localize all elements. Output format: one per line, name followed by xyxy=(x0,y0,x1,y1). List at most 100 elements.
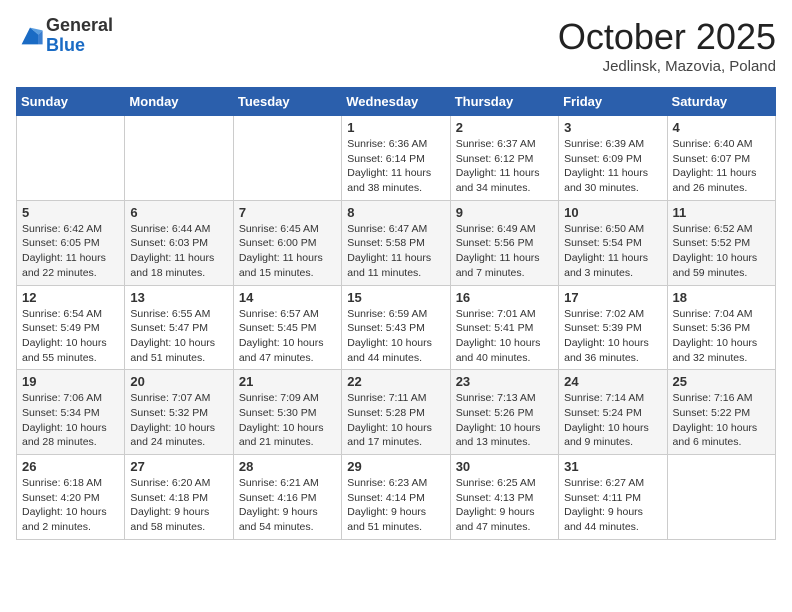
day-number: 30 xyxy=(456,459,553,474)
day-number: 2 xyxy=(456,120,553,135)
calendar-cell: 14 Sunrise: 6:57 AM Sunset: 5:45 PM Dayli… xyxy=(233,285,341,370)
day-info: Sunrise: 7:07 AM Sunset: 5:32 PM Dayligh… xyxy=(130,391,227,450)
day-info: Sunrise: 6:59 AM Sunset: 5:43 PM Dayligh… xyxy=(347,307,444,366)
day-number: 16 xyxy=(456,290,553,305)
day-number: 12 xyxy=(22,290,119,305)
day-info: Sunrise: 6:27 AM Sunset: 4:11 PM Dayligh… xyxy=(564,476,661,535)
weekday-header-sunday: Sunday xyxy=(17,88,125,116)
day-number: 11 xyxy=(673,205,770,220)
calendar-week-2: 5Sunrise: 6:42 AM Sunset: 6:05 PM Daylig… xyxy=(17,200,776,285)
logo-general: General xyxy=(46,15,113,35)
day-info: Sunrise: 7:11 AM Sunset: 5:28 PM Dayligh… xyxy=(347,391,444,450)
day-info: Sunrise: 6:54 AM Sunset: 5:49 PM Dayligh… xyxy=(22,307,119,366)
calendar-week-3: 12 Sunrise: 6:54 AM Sunset: 5:49 PM Dayli… xyxy=(17,285,776,370)
day-info: Sunrise: 6:25 AM Sunset: 4:13 PM Dayligh… xyxy=(456,476,553,535)
calendar-week-4: 19Sunrise: 7:06 AM Sunset: 5:34 PM Dayli… xyxy=(17,370,776,455)
calendar-cell: 28Sunrise: 6:21 AM Sunset: 4:16 PM Dayli… xyxy=(233,455,341,540)
day-number: 14 xyxy=(239,290,336,305)
calendar-cell: 30 Sunrise: 6:25 AM Sunset: 4:13 PM Dayli… xyxy=(450,455,558,540)
day-info: Sunrise: 7:09 AM Sunset: 5:30 PM Dayligh… xyxy=(239,391,336,450)
day-info: Sunrise: 7:13 AM Sunset: 5:26 PM Dayligh… xyxy=(456,391,553,450)
day-info: Sunrise: 7:06 AM Sunset: 5:34 PM Dayligh… xyxy=(22,391,119,450)
calendar-cell: 19Sunrise: 7:06 AM Sunset: 5:34 PM Dayli… xyxy=(17,370,125,455)
calendar-cell: 17Sunrise: 7:02 AM Sunset: 5:39 PM Dayli… xyxy=(559,285,667,370)
weekday-row: SundayMondayTuesdayWednesdayThursdayFrid… xyxy=(17,88,776,116)
day-info: Sunrise: 7:14 AM Sunset: 5:24 PM Dayligh… xyxy=(564,391,661,450)
month-title: October 2025 xyxy=(558,16,776,58)
day-number: 18 xyxy=(673,290,770,305)
title-block: October 2025 Jedlinsk, Mazovia, Poland xyxy=(558,16,776,75)
calendar-cell: 26Sunrise: 6:18 AM Sunset: 4:20 PM Dayli… xyxy=(17,455,125,540)
logo: General Blue xyxy=(16,16,113,56)
day-info: Sunrise: 6:39 AM Sunset: 6:09 PM Dayligh… xyxy=(564,137,661,196)
day-info: Sunrise: 6:57 AM Sunset: 5:45 PM Dayligh… xyxy=(239,307,336,366)
location: Jedlinsk, Mazovia, Poland xyxy=(558,58,776,75)
day-info: Sunrise: 7:04 AM Sunset: 5:36 PM Dayligh… xyxy=(673,307,770,366)
day-number: 26 xyxy=(22,459,119,474)
calendar-cell: 12 Sunrise: 6:54 AM Sunset: 5:49 PM Dayli… xyxy=(17,285,125,370)
calendar-cell: 20 Sunrise: 7:07 AM Sunset: 5:32 PM Dayli… xyxy=(125,370,233,455)
calendar-cell: 23 Sunrise: 7:13 AM Sunset: 5:26 PM Dayli… xyxy=(450,370,558,455)
day-number: 10 xyxy=(564,205,661,220)
day-number: 22 xyxy=(347,374,444,389)
calendar-cell: 2 Sunrise: 6:37 AM Sunset: 6:12 PM Daylig… xyxy=(450,116,558,201)
calendar-cell: 11 Sunrise: 6:52 AM Sunset: 5:52 PM Dayli… xyxy=(667,200,775,285)
day-number: 7 xyxy=(239,205,336,220)
day-number: 8 xyxy=(347,205,444,220)
calendar-cell xyxy=(667,455,775,540)
day-info: Sunrise: 6:55 AM Sunset: 5:47 PM Dayligh… xyxy=(130,307,227,366)
weekday-header-wednesday: Wednesday xyxy=(342,88,450,116)
calendar-cell: 10 Sunrise: 6:50 AM Sunset: 5:54 PM Dayli… xyxy=(559,200,667,285)
calendar-cell: 15 Sunrise: 6:59 AM Sunset: 5:43 PM Dayli… xyxy=(342,285,450,370)
day-number: 23 xyxy=(456,374,553,389)
day-info: Sunrise: 6:42 AM Sunset: 6:05 PM Dayligh… xyxy=(22,222,119,281)
calendar-cell: 4Sunrise: 6:40 AM Sunset: 6:07 PM Daylig… xyxy=(667,116,775,201)
day-number: 1 xyxy=(347,120,444,135)
day-number: 25 xyxy=(673,374,770,389)
calendar-cell xyxy=(233,116,341,201)
calendar-cell: 21 Sunrise: 7:09 AM Sunset: 5:30 PM Dayli… xyxy=(233,370,341,455)
calendar-week-1: 1 Sunrise: 6:36 AM Sunset: 6:14 PM Daylig… xyxy=(17,116,776,201)
page-header: General Blue October 2025 Jedlinsk, Mazo… xyxy=(16,16,776,75)
calendar-cell: 9Sunrise: 6:49 AM Sunset: 5:56 PM Daylig… xyxy=(450,200,558,285)
day-number: 24 xyxy=(564,374,661,389)
day-info: Sunrise: 6:36 AM Sunset: 6:14 PM Dayligh… xyxy=(347,137,444,196)
calendar-cell: 25 Sunrise: 7:16 AM Sunset: 5:22 PM Dayli… xyxy=(667,370,775,455)
weekday-header-monday: Monday xyxy=(125,88,233,116)
calendar-cell: 31 Sunrise: 6:27 AM Sunset: 4:11 PM Dayli… xyxy=(559,455,667,540)
calendar-cell: 22 Sunrise: 7:11 AM Sunset: 5:28 PM Dayli… xyxy=(342,370,450,455)
day-number: 4 xyxy=(673,120,770,135)
day-info: Sunrise: 6:50 AM Sunset: 5:54 PM Dayligh… xyxy=(564,222,661,281)
calendar-body: 1 Sunrise: 6:36 AM Sunset: 6:14 PM Daylig… xyxy=(17,116,776,540)
day-info: Sunrise: 6:52 AM Sunset: 5:52 PM Dayligh… xyxy=(673,222,770,281)
calendar-cell: 8 Sunrise: 6:47 AM Sunset: 5:58 PM Daylig… xyxy=(342,200,450,285)
calendar-cell: 6Sunrise: 6:44 AM Sunset: 6:03 PM Daylig… xyxy=(125,200,233,285)
day-number: 20 xyxy=(130,374,227,389)
calendar-cell: 16 Sunrise: 7:01 AM Sunset: 5:41 PM Dayli… xyxy=(450,285,558,370)
day-info: Sunrise: 7:01 AM Sunset: 5:41 PM Dayligh… xyxy=(456,307,553,366)
day-info: Sunrise: 6:49 AM Sunset: 5:56 PM Dayligh… xyxy=(456,222,553,281)
day-number: 31 xyxy=(564,459,661,474)
logo-blue: Blue xyxy=(46,35,85,55)
day-number: 27 xyxy=(130,459,227,474)
calendar-cell: 27 Sunrise: 6:20 AM Sunset: 4:18 PM Dayli… xyxy=(125,455,233,540)
calendar-cell xyxy=(125,116,233,201)
day-number: 6 xyxy=(130,205,227,220)
day-number: 21 xyxy=(239,374,336,389)
calendar-table: SundayMondayTuesdayWednesdayThursdayFrid… xyxy=(16,87,776,540)
day-info: Sunrise: 6:23 AM Sunset: 4:14 PM Dayligh… xyxy=(347,476,444,535)
calendar-cell: 5Sunrise: 6:42 AM Sunset: 6:05 PM Daylig… xyxy=(17,200,125,285)
day-number: 15 xyxy=(347,290,444,305)
day-info: Sunrise: 6:47 AM Sunset: 5:58 PM Dayligh… xyxy=(347,222,444,281)
calendar-cell: 3 Sunrise: 6:39 AM Sunset: 6:09 PM Daylig… xyxy=(559,116,667,201)
calendar-cell xyxy=(17,116,125,201)
day-info: Sunrise: 7:16 AM Sunset: 5:22 PM Dayligh… xyxy=(673,391,770,450)
day-info: Sunrise: 6:37 AM Sunset: 6:12 PM Dayligh… xyxy=(456,137,553,196)
calendar-cell: 18 Sunrise: 7:04 AM Sunset: 5:36 PM Dayli… xyxy=(667,285,775,370)
day-number: 3 xyxy=(564,120,661,135)
day-info: Sunrise: 6:20 AM Sunset: 4:18 PM Dayligh… xyxy=(130,476,227,535)
calendar-week-5: 26Sunrise: 6:18 AM Sunset: 4:20 PM Dayli… xyxy=(17,455,776,540)
weekday-header-saturday: Saturday xyxy=(667,88,775,116)
weekday-header-friday: Friday xyxy=(559,88,667,116)
day-number: 13 xyxy=(130,290,227,305)
